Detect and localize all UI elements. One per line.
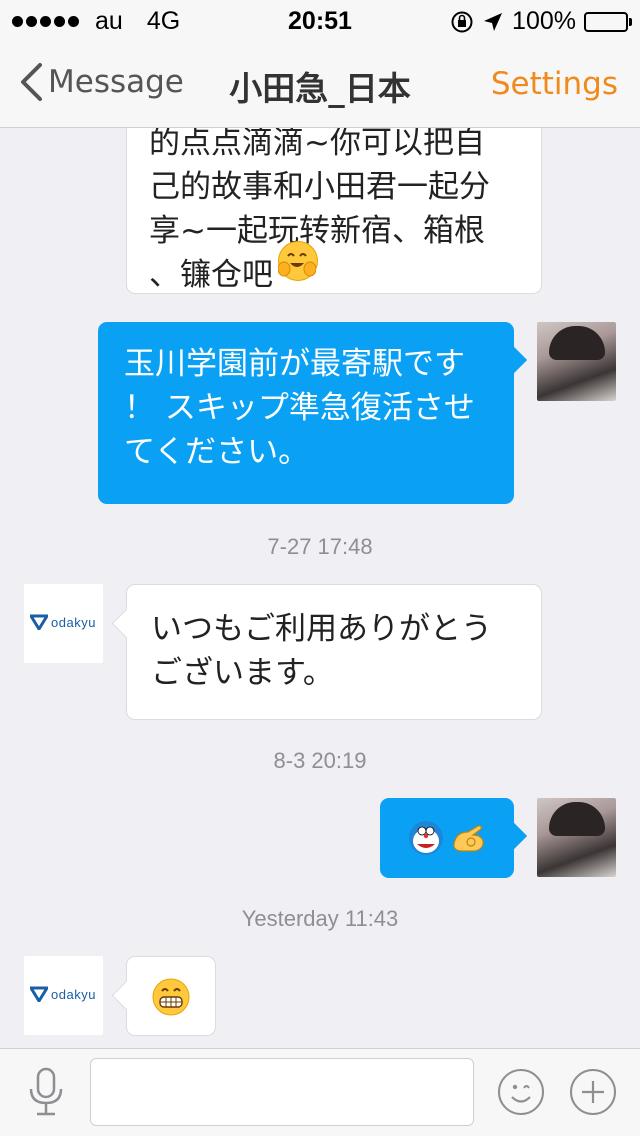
message-input[interactable]: [90, 1058, 474, 1126]
battery-percent: 100%: [512, 7, 576, 35]
message-bubble-outgoing[interactable]: [380, 798, 528, 878]
status-bar: au 4G 20:51 100%: [0, 0, 640, 40]
chevron-left-icon: [21, 63, 42, 101]
add-attachment-button[interactable]: [570, 1069, 616, 1115]
odakyu-logo-icon: odakyu: [30, 614, 96, 630]
message-input-bar: [0, 1048, 640, 1136]
microphone-icon[interactable]: [26, 1067, 66, 1119]
message-text: 的点点滴滴~你可以把自 己的故事和小田君一起分 享~一起玩转新宿、箱根 、镰仓吧: [149, 128, 490, 293]
message-timestamp: 7-27 17:48: [267, 534, 373, 559]
bubble-tail: [111, 608, 142, 639]
message-bubble-outgoing[interactable]: 玉川学園前が最寄駅です ！ スキップ準急復活させ てください。: [98, 322, 528, 504]
message-bubble-incoming[interactable]: いつもご利用ありがとう ございます。: [111, 584, 542, 720]
hugging-face-emoji-icon: [278, 241, 318, 281]
user-avatar[interactable]: [537, 322, 616, 401]
odakyu-logo-text: odakyu: [51, 986, 96, 1002]
odakyu-avatar[interactable]: odakyu: [24, 584, 103, 663]
bubble-tail: [498, 345, 528, 375]
message-bubble-incoming[interactable]: [111, 956, 216, 1036]
settings-button[interactable]: Settings: [491, 66, 618, 102]
user-avatar[interactable]: [537, 798, 616, 877]
message-timestamp: Yesterday 11:43: [241, 906, 399, 931]
status-right: 100%: [450, 7, 632, 36]
grinning-face-emoji-icon: [152, 978, 190, 1016]
bubble-tail: [111, 980, 142, 1011]
message-text: 玉川学園前が最寄駅です ！ スキップ準急復活させ てください。: [124, 346, 475, 470]
battery-icon: [584, 11, 632, 32]
smiley-icon: [511, 1084, 531, 1103]
chat-area[interactable]: 的点点滴滴~你可以把自 己的故事和小田君一起分 享~一起玩转新宿、箱根 、镰仓吧…: [0, 128, 640, 1048]
message-timestamp: 8-3 20:19: [273, 748, 367, 773]
odakyu-avatar[interactable]: odakyu: [24, 956, 103, 1035]
message-bubble-incoming[interactable]: 的点点滴滴~你可以把自 己的故事和小田君一起分 享~一起玩转新宿、箱根 、镰仓吧: [126, 128, 542, 294]
doraemon-emoji-icon: [409, 821, 443, 855]
navigation-bar: Message 小田急_日本 Settings: [0, 40, 640, 128]
odakyu-logo-text: odakyu: [51, 614, 96, 630]
location-arrow-icon: [484, 12, 503, 31]
back-label: Message: [48, 64, 184, 100]
odakyu-logo-icon: odakyu: [30, 986, 96, 1002]
rotation-lock-icon: [451, 11, 473, 32]
bubble-tail: [498, 821, 528, 851]
back-button[interactable]: Message: [18, 62, 184, 102]
ok-hand-emoji-icon: [453, 825, 484, 852]
plus-icon: [582, 1081, 604, 1103]
emoji-button[interactable]: [498, 1069, 544, 1115]
message-text: いつもご利用ありがとう ございます。: [151, 611, 492, 691]
